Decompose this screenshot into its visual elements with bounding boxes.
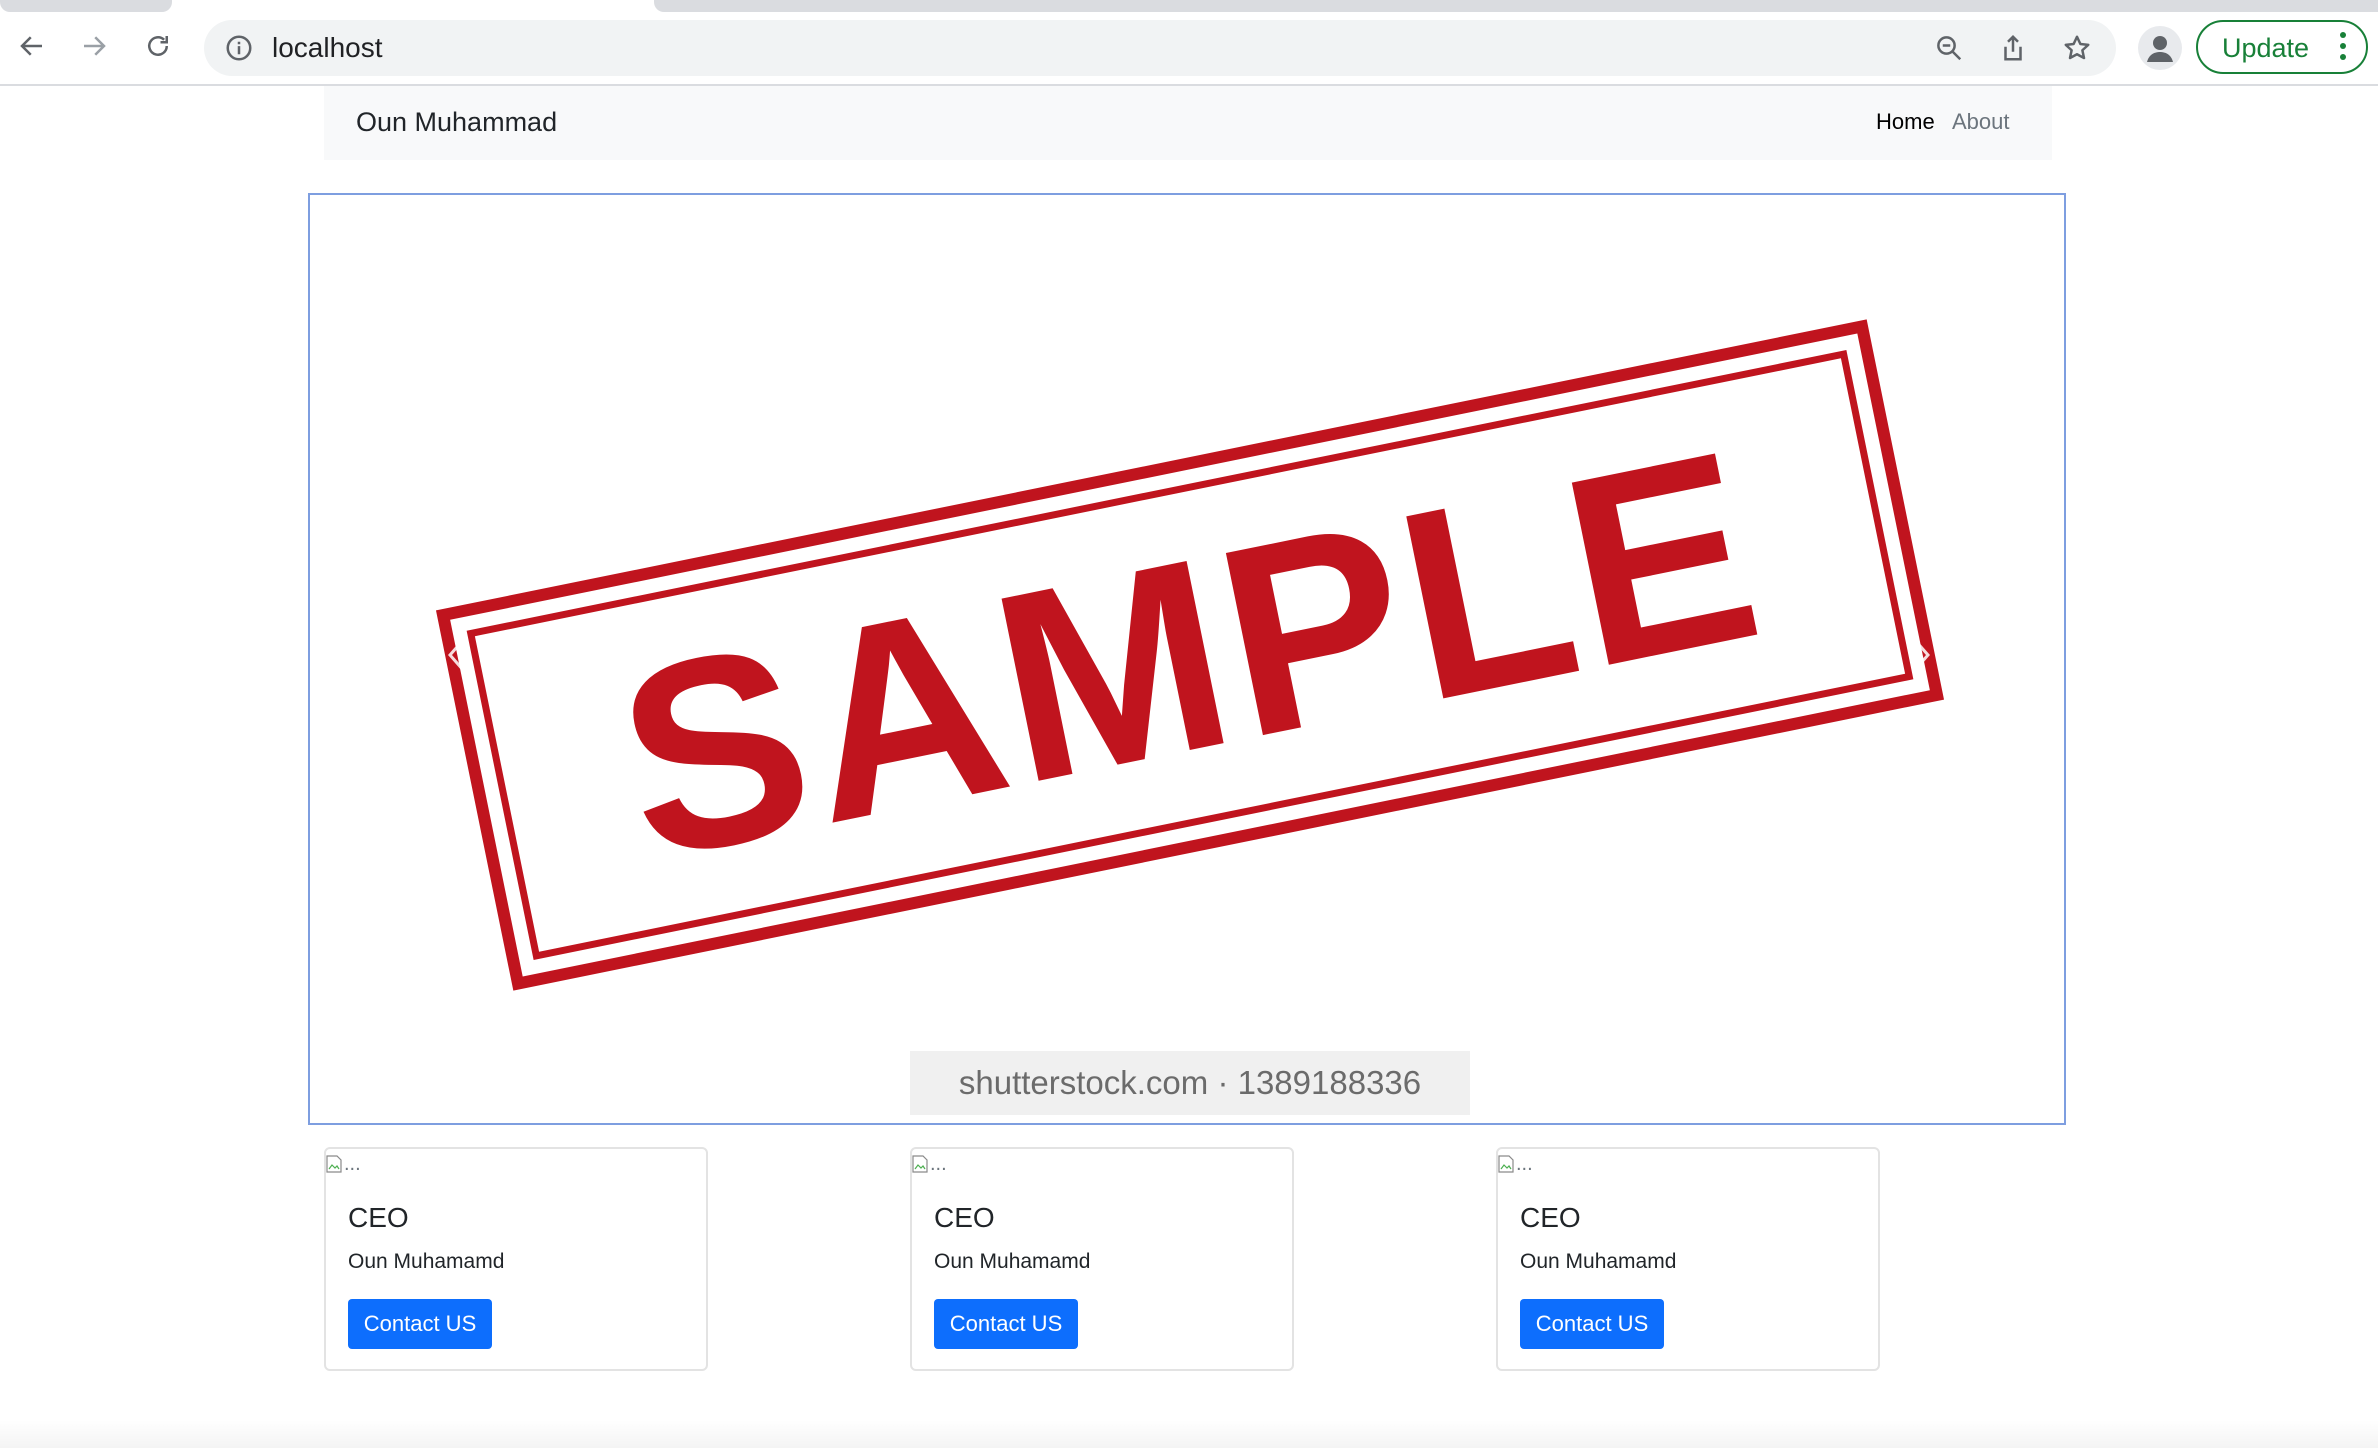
- nav-link-home[interactable]: Home: [1876, 109, 1935, 135]
- broken-image-icon: [1498, 1155, 1514, 1173]
- update-button[interactable]: Update: [2196, 20, 2368, 74]
- browser-tab[interactable]: [0, 0, 172, 12]
- zoom-icon[interactable]: [1934, 33, 1964, 63]
- card-text: Oun Muhamamd: [934, 1250, 1091, 1273]
- site-navbar: Oun Muhammad Home About: [324, 86, 2052, 160]
- card-text: Oun Muhamamd: [348, 1250, 505, 1273]
- profile-icon: [2147, 36, 2173, 62]
- address-bar[interactable]: localhost: [204, 20, 2116, 76]
- card-image: ...: [912, 1149, 947, 1179]
- carousel-next-icon[interactable]: [1908, 635, 1932, 675]
- info-icon[interactable]: [224, 33, 254, 63]
- profile-card: ... CEO Oun Muhamamd Contact US: [324, 1147, 708, 1371]
- contact-us-button[interactable]: Contact US: [348, 1299, 492, 1349]
- forward-icon: [84, 36, 106, 56]
- back-icon: [20, 36, 42, 56]
- star-icon[interactable]: [2062, 33, 2092, 63]
- image-carousel: SAMPLE shutterstock.com · 1389188336: [308, 193, 2066, 1125]
- stamp-text: SAMPLE: [597, 393, 1784, 918]
- sample-stamp-image: SAMPLE: [435, 319, 1945, 991]
- kebab-menu-icon[interactable]: [2338, 32, 2348, 62]
- reload-button[interactable]: [136, 24, 180, 68]
- update-label: Update: [2222, 33, 2310, 63]
- browser-tab[interactable]: [654, 0, 2378, 12]
- reload-icon: [148, 36, 168, 56]
- card-image: ...: [326, 1149, 361, 1179]
- carousel-prev-icon[interactable]: [446, 635, 470, 675]
- profile-card: ... CEO Oun Muhamamd Contact US: [910, 1147, 1294, 1371]
- contact-us-button[interactable]: Contact US: [934, 1299, 1078, 1349]
- broken-image-icon: [326, 1155, 342, 1173]
- card-title: CEO: [348, 1202, 409, 1233]
- card-title: CEO: [1520, 1202, 1581, 1233]
- watermark-text: shutterstock.com · 1389188336: [958, 1064, 1422, 1101]
- nav-link-about[interactable]: About: [1952, 109, 2010, 135]
- back-button[interactable]: [10, 24, 54, 68]
- tab-strip: [0, 0, 2378, 12]
- url-text[interactable]: localhost: [272, 33, 383, 63]
- card-title: CEO: [934, 1202, 995, 1233]
- profile-card: ... CEO Oun Muhamamd Contact US: [1496, 1147, 1880, 1371]
- card-text: Oun Muhamamd: [1520, 1250, 1677, 1273]
- forward-button[interactable]: [72, 24, 116, 68]
- page-bottom-shade: [0, 1420, 2378, 1448]
- card-image-alt: ...: [344, 1152, 361, 1175]
- card-image: ...: [1498, 1149, 1533, 1179]
- profile-button[interactable]: [2138, 26, 2182, 70]
- card-image-alt: ...: [1516, 1152, 1533, 1175]
- card-image-alt: ...: [930, 1152, 947, 1175]
- broken-image-icon: [912, 1155, 928, 1173]
- contact-us-button[interactable]: Contact US: [1520, 1299, 1664, 1349]
- share-icon[interactable]: [1998, 33, 2028, 63]
- navbar-brand[interactable]: Oun Muhammad: [356, 106, 557, 138]
- browser-toolbar: localhost Update: [0, 12, 2378, 86]
